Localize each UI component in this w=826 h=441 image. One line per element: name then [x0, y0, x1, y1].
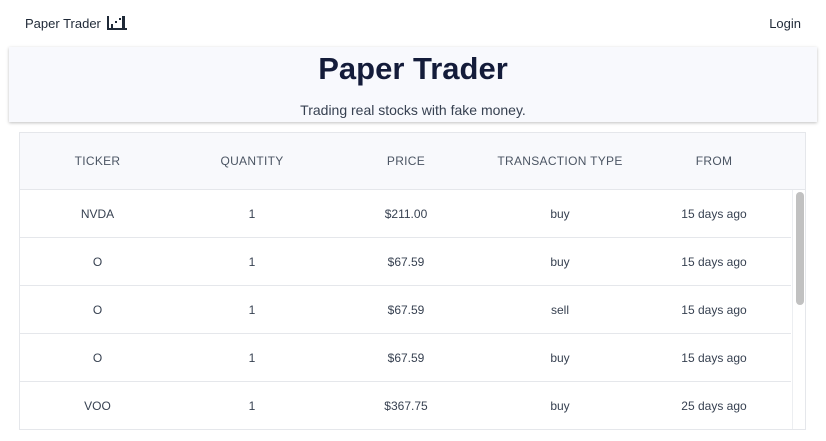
chart-bars-icon: [106, 16, 127, 30]
cell-price: $67.59: [387, 254, 425, 269]
cell-ticker: O: [92, 350, 103, 365]
cell-ticker: O: [92, 254, 103, 269]
table-row: O 1 $67.59 buy 15 days ago: [20, 238, 791, 286]
cell-quantity: 1: [248, 302, 256, 317]
cell-from: 15 days ago: [681, 350, 747, 365]
table-row: VOO 1 $367.75 buy 25 days ago: [20, 382, 791, 429]
table-body[interactable]: NVDA 1 $211.00 buy 15 days ago O 1 $67.5…: [20, 190, 791, 429]
cell-from: 25 days ago: [681, 398, 747, 413]
transactions-table: TICKER QUANTITY PRICE TRANSACTION TYPE F…: [19, 132, 806, 430]
table-scrollbar[interactable]: [792, 190, 805, 429]
cell-transaction-type: sell: [550, 302, 569, 317]
column-header-ticker: TICKER: [74, 154, 121, 168]
brand-name: Paper Trader: [25, 15, 101, 31]
cell-price: $211.00: [384, 206, 428, 221]
scrollbar-thumb[interactable]: [796, 192, 804, 305]
table-row: O 1 $67.59 buy 15 days ago: [20, 334, 791, 382]
cell-from: 15 days ago: [681, 254, 747, 269]
table-header: TICKER QUANTITY PRICE TRANSACTION TYPE F…: [20, 133, 805, 190]
column-header-price: PRICE: [386, 154, 426, 168]
column-header-quantity: QUANTITY: [220, 154, 284, 168]
cell-transaction-type: buy: [550, 206, 570, 221]
table-row: NVDA 1 $211.00 buy 15 days ago: [20, 190, 791, 238]
cell-transaction-type: buy: [550, 254, 570, 269]
cell-quantity: 1: [248, 350, 256, 365]
page-title: Paper Trader: [318, 51, 508, 86]
cell-price: $367.75: [384, 398, 428, 413]
cell-ticker: VOO: [84, 398, 111, 413]
cell-transaction-type: buy: [550, 350, 570, 365]
brand-link[interactable]: Paper Trader: [25, 16, 127, 31]
cell-price: $67.59: [387, 350, 425, 365]
column-header-transaction-type: TRANSACTION TYPE: [497, 154, 623, 168]
navbar: Paper Trader Login: [0, 0, 826, 46]
hero-banner: Paper Trader Trading real stocks with fa…: [9, 47, 817, 122]
page-subtitle: Trading real stocks with fake money.: [300, 102, 526, 118]
cell-ticker: NVDA: [80, 206, 115, 221]
cell-quantity: 1: [248, 206, 256, 221]
cell-transaction-type: buy: [550, 398, 570, 413]
login-link[interactable]: Login: [769, 16, 801, 31]
cell-from: 15 days ago: [681, 302, 747, 317]
table-row: O 1 $67.59 sell 15 days ago: [20, 286, 791, 334]
cell-quantity: 1: [248, 254, 256, 269]
cell-quantity: 1: [248, 398, 256, 413]
column-header-from: FROM: [695, 154, 733, 168]
cell-price: $67.59: [387, 302, 425, 317]
cell-ticker: O: [92, 302, 103, 317]
cell-from: 15 days ago: [681, 206, 747, 221]
